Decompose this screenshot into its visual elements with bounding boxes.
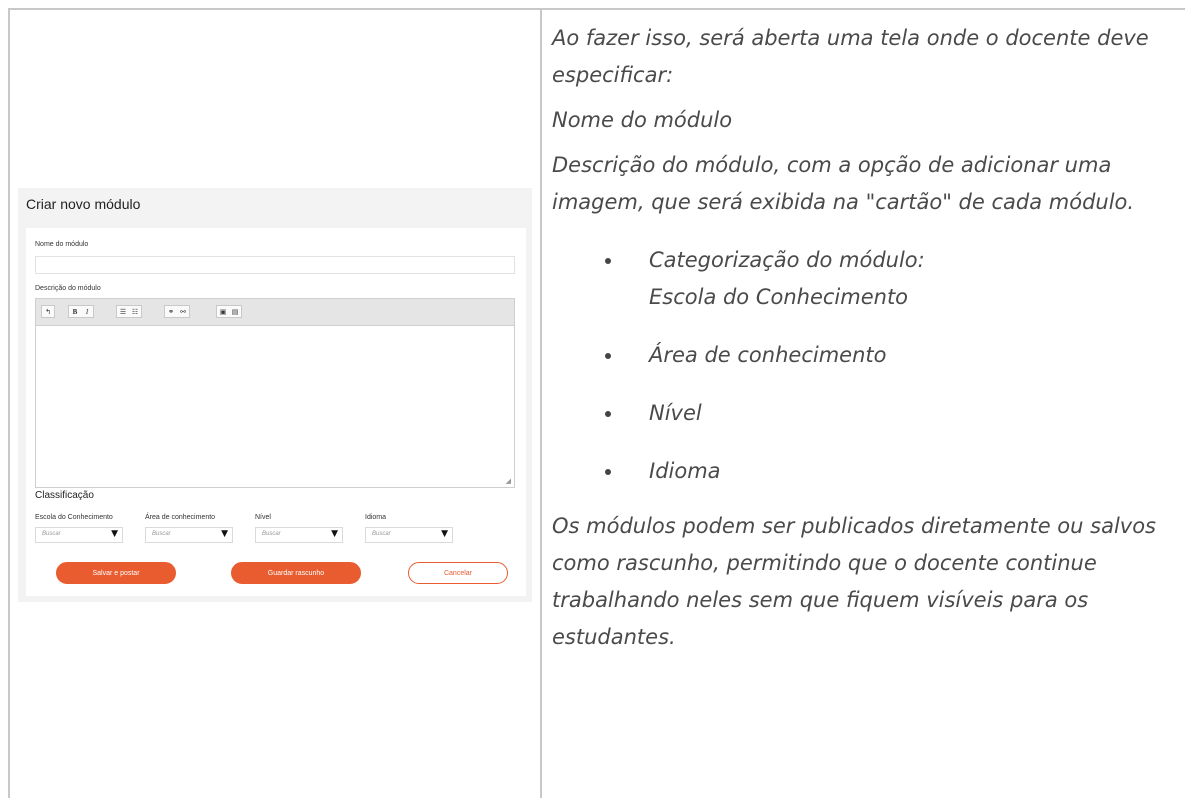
editor-toolbar: ↰ B I ☰ ☷ ⚭ ⚯ ▣ ▤ [36, 299, 514, 326]
numbered-list-icon[interactable]: ☷ [129, 306, 141, 318]
form-title: Criar novo módulo [26, 196, 141, 212]
resize-handle-icon[interactable]: ◢ [506, 477, 511, 485]
table-border-left [8, 8, 10, 798]
form-card: Nome do módulo Descrição do módulo ↰ B I… [26, 228, 526, 596]
school-select[interactable]: Buscar ▼ [35, 527, 123, 543]
description-text-cell: Ao fazer isso, será aberta uma tela onde… [552, 20, 1182, 656]
list-item: Idioma [552, 453, 1182, 490]
bullet-list-icon[interactable]: ☰ [117, 306, 129, 318]
bullet-text: Idioma [649, 459, 721, 483]
bullet-icon [605, 411, 611, 417]
bullet-icon [605, 353, 611, 359]
module-name-label: Nome do módulo [35, 241, 89, 248]
toolbar-group-lists: ☰ ☷ [116, 305, 142, 318]
school-select-label: Escola do Conhecimento [35, 514, 113, 521]
image-icon[interactable]: ▣ [217, 306, 229, 318]
bullet-icon [605, 258, 611, 264]
area-select[interactable]: Buscar ▼ [145, 527, 233, 543]
language-select-placeholder: Buscar [372, 531, 391, 537]
module-name-input[interactable] [35, 256, 515, 274]
cancel-button[interactable]: Cancelar [408, 562, 508, 584]
description-editor[interactable]: ↰ B I ☰ ☷ ⚭ ⚯ ▣ ▤ ◢ [35, 298, 515, 488]
module-description-label: Descrição do módulo [35, 285, 101, 292]
item-module-description: Descrição do módulo, com a opção de adic… [552, 153, 1135, 214]
language-select[interactable]: Buscar ▼ [365, 527, 453, 543]
bold-icon[interactable]: B [69, 306, 81, 318]
create-module-form-screenshot: Criar novo módulo Nome do módulo Descriç… [18, 188, 532, 602]
list-item: Nível [552, 395, 1182, 432]
intro-paragraph: Ao fazer isso, será aberta uma tela onde… [552, 26, 1149, 87]
document-table: Criar novo módulo Nome do módulo Descriç… [0, 0, 1185, 798]
link-icon[interactable]: ⚭ [165, 306, 177, 318]
caret-down-icon: ▼ [331, 529, 338, 539]
item-module-name: Nome do módulo [552, 108, 733, 132]
bullet-text: Nível [649, 401, 702, 425]
bullet-text: Categorização do módulo: [649, 248, 925, 272]
toolbar-group-media: ▣ ▤ [216, 305, 242, 318]
bullet-text: Área de conhecimento [649, 343, 887, 367]
toolbar-group-links: ⚭ ⚯ [164, 305, 190, 318]
save-draft-button[interactable]: Guardar rascunho [231, 562, 361, 584]
unlink-icon[interactable]: ⚯ [177, 306, 189, 318]
classification-bullet-list: Categorização do módulo: Escola do Conhe… [552, 242, 1182, 490]
level-select-placeholder: Buscar [262, 531, 281, 537]
bullet-text: Escola do Conhecimento [649, 285, 909, 309]
bullet-icon [605, 469, 611, 475]
italic-icon[interactable]: I [81, 306, 93, 318]
language-select-label: Idioma [365, 514, 387, 521]
closing-paragraph: Os módulos podem ser publicados diretame… [552, 514, 1156, 649]
caret-down-icon: ▼ [441, 529, 448, 539]
list-item: Área de conhecimento [552, 337, 1182, 374]
area-select-placeholder: Buscar [152, 531, 171, 537]
area-select-label: Área de conhecimento [145, 514, 216, 521]
level-select[interactable]: Buscar ▼ [255, 527, 343, 543]
undo-icon[interactable]: ↰ [42, 306, 54, 318]
save-and-post-button[interactable]: Salvar e postar [56, 562, 176, 584]
toolbar-group-format: B I [68, 305, 94, 318]
toolbar-group-history: ↰ [41, 305, 55, 318]
school-select-placeholder: Buscar [42, 531, 61, 537]
caret-down-icon: ▼ [221, 529, 228, 539]
caret-down-icon: ▼ [111, 529, 118, 539]
table-border-top [8, 8, 1185, 10]
file-icon[interactable]: ▤ [229, 306, 241, 318]
level-select-label: Nível [255, 514, 271, 521]
list-item: Categorização do módulo: Escola do Conhe… [552, 242, 1182, 316]
classification-heading: Classificação [35, 490, 94, 501]
table-border-divider [540, 8, 542, 798]
